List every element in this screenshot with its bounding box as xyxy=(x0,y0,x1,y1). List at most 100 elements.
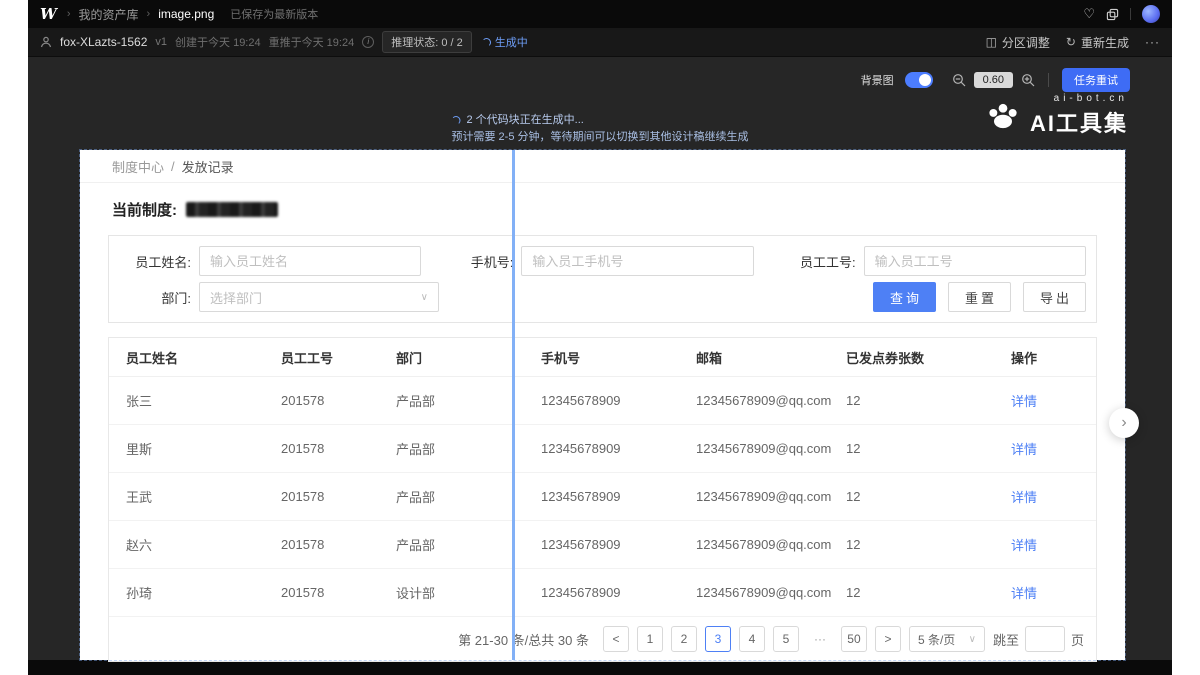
employee-name-field: 员工姓名: xyxy=(119,246,421,276)
pagination-ellipsis[interactable]: ··· xyxy=(807,626,833,652)
project-name: fox-XLazts-1562 xyxy=(60,35,147,49)
cell-department: 产品部 xyxy=(396,487,541,506)
cell-email: 12345678909@qq.com xyxy=(696,537,846,552)
cell-coupon-count: 12 xyxy=(846,585,1011,600)
project-bar-actions: ◫ 分区调整 ↻ 重新生成 ··· xyxy=(986,34,1160,51)
preview-breadcrumb: 制度中心 / 发放记录 xyxy=(80,150,1125,183)
detail-link[interactable]: 详情 xyxy=(1011,439,1096,458)
spinner-icon xyxy=(482,38,491,47)
favorite-icon[interactable]: ♡ xyxy=(1083,6,1095,22)
generating-notice: 2 个代码块正在生成中... 预计需要 2-5 分钟，等待期间可以切换到其他设计… xyxy=(451,112,748,146)
table-row: 赵六 201578 产品部 12345678909 12345678909@qq… xyxy=(109,521,1096,569)
filter-row-2: 部门: 选择部门 ∨ 查询 重置 导出 xyxy=(119,282,1086,312)
cell-email: 12345678909@qq.com xyxy=(696,393,846,408)
code-block-split-handle[interactable] xyxy=(512,150,515,660)
next-panel-button[interactable]: › xyxy=(1109,408,1139,438)
page-preview-frame: 制度中心 / 发放记录 当前制度: 员工姓名: 手机号: xyxy=(80,150,1125,660)
pagination-page-3-active[interactable]: 3 xyxy=(705,626,731,652)
employee-name-input[interactable] xyxy=(199,246,421,276)
current-policy-value-redacted xyxy=(186,202,278,217)
cell-department: 产品部 xyxy=(396,439,541,458)
col-header: 操作 xyxy=(1011,348,1096,367)
pagination-page-50[interactable]: 50 xyxy=(841,626,867,652)
ai-bot-brand: AI工具集 xyxy=(1030,106,1128,138)
current-policy: 当前制度: xyxy=(112,199,1093,220)
col-header: 员工姓名 xyxy=(126,348,281,367)
zoom-in-icon[interactable] xyxy=(1021,73,1035,87)
zoom-out-icon[interactable] xyxy=(952,73,966,87)
chevron-right-icon: › xyxy=(1121,414,1126,432)
user-avatar[interactable] xyxy=(1142,5,1160,23)
more-options-button[interactable]: ··· xyxy=(1145,35,1160,49)
cell-phone: 12345678909 xyxy=(541,489,696,504)
generating-notice-line2: 预计需要 2-5 分钟，等待期间可以切换到其他设计稿继续生成 xyxy=(451,131,748,143)
cell-coupon-count: 12 xyxy=(846,489,1011,504)
employee-id-input[interactable] xyxy=(864,246,1086,276)
duplicate-icon[interactable] xyxy=(1106,8,1119,21)
cell-phone: 12345678909 xyxy=(541,393,696,408)
phone-input[interactable] xyxy=(521,246,753,276)
table-row: 孙琦 201578 设计部 12345678909 12345678909@qq… xyxy=(109,569,1096,617)
ai-bot-domain: ai-bot.cn xyxy=(1054,93,1128,104)
zoom-level: 0.60 xyxy=(974,72,1013,88)
table-row: 里斯 201578 产品部 12345678909 12345678909@qq… xyxy=(109,425,1096,473)
cell-name: 里斯 xyxy=(126,439,281,458)
info-icon[interactable]: i xyxy=(362,36,374,48)
zoom-controls: 0.60 xyxy=(952,72,1035,88)
cell-employee-id: 201578 xyxy=(281,537,396,552)
cell-name: 赵六 xyxy=(126,535,281,554)
partition-adjust-button[interactable]: ◫ 分区调整 xyxy=(986,34,1050,51)
breadcrumb-asset-library[interactable]: 我的资产库 xyxy=(79,6,139,23)
generating-notice-line1: 2 个代码块正在生成中... xyxy=(451,112,748,129)
breadcrumb-current: 发放记录 xyxy=(182,157,234,176)
page-jump: 跳至 页 xyxy=(993,626,1084,652)
query-button[interactable]: 查询 xyxy=(873,282,936,312)
cell-name: 王武 xyxy=(126,487,281,506)
pagination-page-4[interactable]: 4 xyxy=(739,626,765,652)
bottom-bar xyxy=(28,660,1172,675)
chevron-down-icon: ∨ xyxy=(421,292,428,303)
detail-link[interactable]: 详情 xyxy=(1011,391,1096,410)
pagination-next-button[interactable]: > xyxy=(875,626,901,652)
detail-link[interactable]: 详情 xyxy=(1011,487,1096,506)
pagination-page-2[interactable]: 2 xyxy=(671,626,697,652)
filter-actions: 查询 重置 导出 xyxy=(873,282,1086,312)
detail-link[interactable]: 详情 xyxy=(1011,583,1096,602)
project-version: v1 xyxy=(155,36,167,48)
saved-status: 已保存为最新版本 xyxy=(230,6,318,22)
phone-label: 手机号: xyxy=(451,252,513,271)
pagination-prev-button[interactable]: < xyxy=(603,626,629,652)
generating-status: 生成中 xyxy=(482,34,528,50)
col-header: 部门 xyxy=(396,348,541,367)
cell-coupon-count: 12 xyxy=(846,537,1011,552)
inference-status-badge: 推理状态: 0 / 2 xyxy=(382,31,472,53)
reset-button[interactable]: 重置 xyxy=(948,282,1011,312)
filter-panel: 员工姓名: 手机号: 员工工号: 部门: xyxy=(108,235,1097,323)
cell-name: 张三 xyxy=(126,391,281,410)
chevron-right-icon: › xyxy=(67,8,71,20)
department-select[interactable]: 选择部门 ∨ xyxy=(199,282,439,312)
col-header: 手机号 xyxy=(541,348,696,367)
background-toggle[interactable] xyxy=(905,72,933,88)
pagination-page-1[interactable]: 1 xyxy=(637,626,663,652)
regenerate-button[interactable]: ↻ 重新生成 xyxy=(1066,34,1129,51)
app-logo[interactable]: W xyxy=(40,5,57,23)
chevron-right-icon: › xyxy=(147,8,151,20)
design-canvas[interactable]: 背景图 0.60 任务重试 xyxy=(28,57,1172,660)
task-retry-button[interactable]: 任务重试 xyxy=(1062,68,1130,92)
cell-phone: 12345678909 xyxy=(541,537,696,552)
breadcrumb-slash: / xyxy=(171,159,175,174)
export-button[interactable]: 导出 xyxy=(1023,282,1086,312)
breadcrumb-file-name[interactable]: image.png xyxy=(158,7,214,21)
cell-name: 孙琦 xyxy=(126,583,281,602)
jump-input[interactable] xyxy=(1025,626,1065,652)
pagination: 第 21-30 条/总共 30 条 < 1 2 3 4 5 ··· 50 > 5… xyxy=(109,617,1096,661)
pagination-page-5[interactable]: 5 xyxy=(773,626,799,652)
employee-id-label: 员工工号: xyxy=(784,252,856,271)
detail-link[interactable]: 详情 xyxy=(1011,535,1096,554)
topbar-divider xyxy=(1130,8,1131,20)
cell-email: 12345678909@qq.com xyxy=(696,489,846,504)
table-row: 王武 201578 产品部 12345678909 12345678909@qq… xyxy=(109,473,1096,521)
page-size-select[interactable]: 5 条/页 ∨ xyxy=(909,626,985,652)
breadcrumb-root[interactable]: 制度中心 xyxy=(112,157,164,176)
